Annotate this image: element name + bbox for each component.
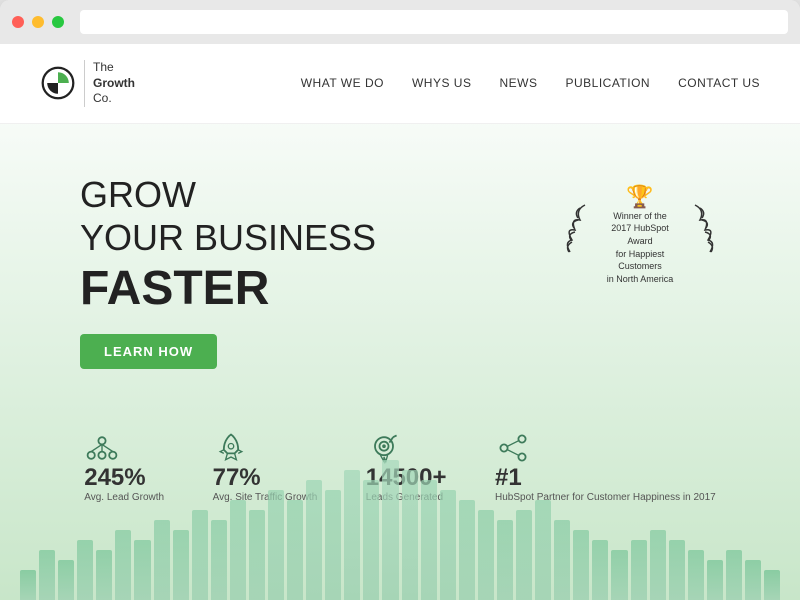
- bar-chart: [0, 440, 800, 600]
- laurel-wreath: 🏆 Winner of the 2017 HubSpot Award for H…: [560, 184, 720, 286]
- bar-26: [516, 510, 532, 600]
- nav-why-us[interactable]: WHYS US: [412, 76, 472, 90]
- bar-10: [211, 520, 227, 600]
- bar-12: [249, 510, 265, 600]
- nav-news[interactable]: NEWS: [499, 76, 537, 90]
- stats-area: 245% Avg. Lead Growth 77% Avg: [0, 420, 800, 600]
- bar-6: [134, 540, 150, 600]
- bar-16: [325, 490, 341, 600]
- bar-25: [497, 520, 513, 600]
- bar-35: [688, 550, 704, 600]
- hero-text: GROW YOUR BUSINESS FASTER LEARN HOW: [80, 174, 560, 370]
- nav-contact-us[interactable]: CONTACT US: [678, 76, 760, 90]
- bar-33: [650, 530, 666, 600]
- award-text: Winner of the 2017 HubSpot Award for Hap…: [594, 210, 686, 286]
- bar-5: [115, 530, 131, 600]
- browser-content: The Growth Co. WHAT WE DO WHYS US NEWS P…: [0, 44, 800, 600]
- main-nav: WHAT WE DO WHYS US NEWS PUBLICATION CONT…: [301, 76, 760, 90]
- award-badge: 🏆 Winner of the 2017 HubSpot Award for H…: [560, 184, 720, 286]
- logo-icon: [40, 65, 76, 101]
- bar-11: [230, 500, 246, 600]
- bar-14: [287, 500, 303, 600]
- bar-3: [77, 540, 93, 600]
- logo[interactable]: The Growth Co.: [40, 60, 135, 107]
- url-bar[interactable]: [80, 10, 788, 34]
- laurel-left: [560, 200, 590, 269]
- bar-31: [611, 550, 627, 600]
- nav-what-we-do[interactable]: WHAT WE DO: [301, 76, 384, 90]
- close-button[interactable]: [12, 16, 24, 28]
- logo-text: The Growth Co.: [84, 60, 135, 107]
- bar-27: [535, 500, 551, 600]
- browser-window: The Growth Co. WHAT WE DO WHYS US NEWS P…: [0, 0, 800, 600]
- bar-20: [402, 470, 418, 600]
- bar-32: [631, 540, 647, 600]
- bar-36: [707, 560, 723, 600]
- bar-4: [96, 550, 112, 600]
- bar-0: [20, 570, 36, 600]
- bar-34: [669, 540, 685, 600]
- bar-39: [764, 570, 780, 600]
- maximize-button[interactable]: [52, 16, 64, 28]
- browser-toolbar: [0, 0, 800, 44]
- website: The Growth Co. WHAT WE DO WHYS US NEWS P…: [0, 44, 800, 600]
- bar-8: [173, 530, 189, 600]
- bar-18: [363, 480, 379, 600]
- site-header: The Growth Co. WHAT WE DO WHYS US NEWS P…: [0, 44, 800, 124]
- minimize-button[interactable]: [32, 16, 44, 28]
- bar-37: [726, 550, 742, 600]
- bar-17: [344, 470, 360, 600]
- bar-30: [592, 540, 608, 600]
- bar-22: [440, 490, 456, 600]
- nav-publication[interactable]: PUBLICATION: [565, 76, 650, 90]
- bar-1: [39, 550, 55, 600]
- bar-21: [421, 480, 437, 600]
- bar-28: [554, 520, 570, 600]
- hero-title: GROW YOUR BUSINESS FASTER: [80, 174, 560, 317]
- laurel-right: [690, 200, 720, 269]
- learn-how-button[interactable]: LEARN HOW: [80, 334, 217, 369]
- bar-23: [459, 500, 475, 600]
- bar-2: [58, 560, 74, 600]
- hero-section: GROW YOUR BUSINESS FASTER LEARN HOW 🏆: [0, 124, 800, 370]
- bar-13: [268, 490, 284, 600]
- bar-38: [745, 560, 761, 600]
- bar-7: [154, 520, 170, 600]
- bar-29: [573, 530, 589, 600]
- bar-24: [478, 510, 494, 600]
- bar-15: [306, 480, 322, 600]
- bar-9: [192, 510, 208, 600]
- bar-19: [382, 460, 398, 600]
